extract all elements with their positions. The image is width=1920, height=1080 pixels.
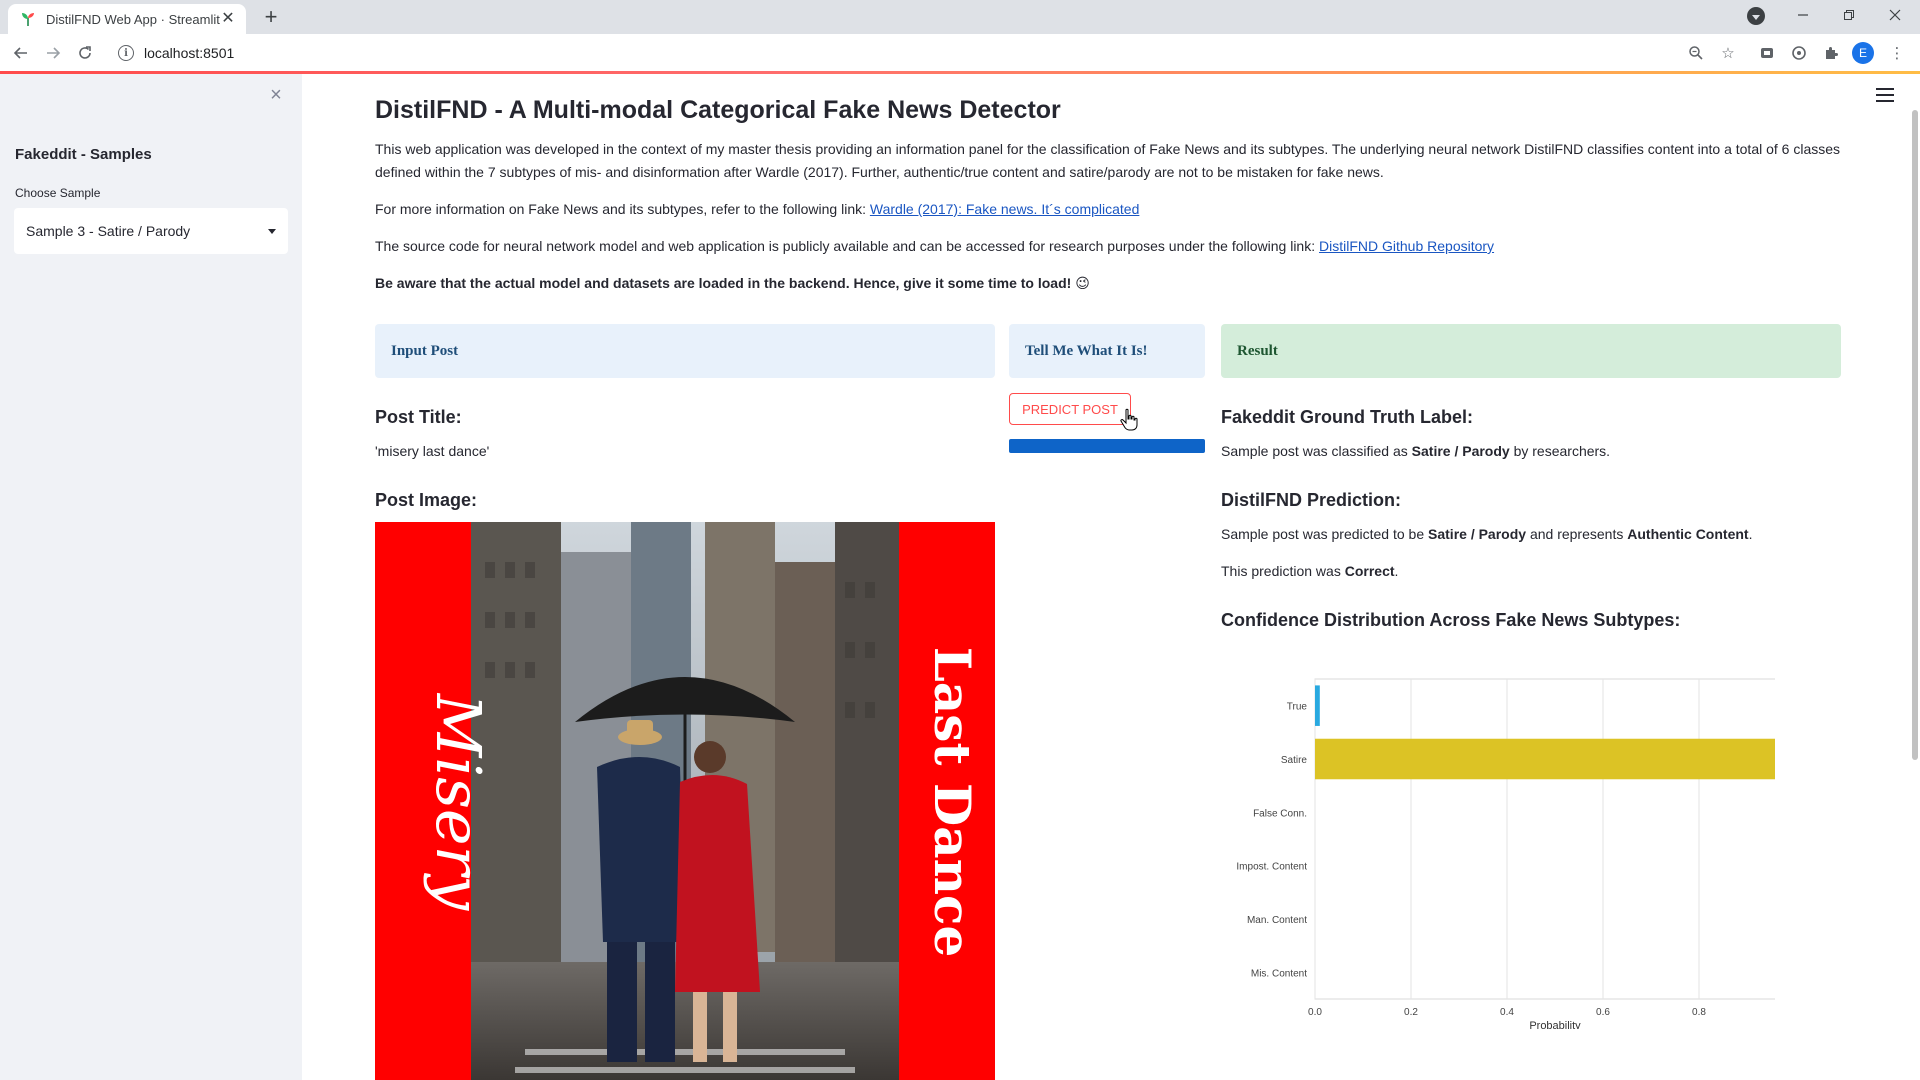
input-post-header: Input Post <box>391 342 459 359</box>
y-tick-label: Mis. Content <box>1251 968 1307 979</box>
tab-search-icon[interactable] <box>1747 7 1765 25</box>
pred-label: Satire / Parody <box>1428 526 1527 542</box>
sidebar-close-icon[interactable]: × <box>266 84 286 107</box>
browser-menu-icon[interactable]: ⋮ <box>1886 42 1908 64</box>
extension-2-icon[interactable] <box>1788 42 1810 64</box>
sidebar-title: Fakeddit - Samples <box>15 146 152 163</box>
bookmark-star-icon[interactable]: ☆ <box>1717 42 1739 64</box>
correct-value: Correct <box>1344 563 1395 579</box>
ground-truth-text: Sample post was classified as Satire / P… <box>1221 443 1610 459</box>
x-tick-label: 0.0 <box>1308 1007 1322 1018</box>
post-image: Misery Last Dance <box>375 522 995 1080</box>
restore-icon[interactable] <box>1826 0 1872 30</box>
confidence-chart: 0.00.20.40.60.81.0TrueSatireFalse Conn.I… <box>1215 659 1802 1032</box>
page-title: DistilFND - A Multi-modal Categorical Fa… <box>375 96 1061 124</box>
gt-label: Satire / Parody <box>1411 443 1510 459</box>
url-text: localhost:8501 <box>144 45 235 61</box>
gt-post-text: by researchers. <box>1513 443 1611 459</box>
prediction-progress-bar <box>1009 439 1205 453</box>
close-window-icon[interactable] <box>1872 0 1918 30</box>
x-tick-label: 0.2 <box>1404 1007 1418 1018</box>
tab-close-icon[interactable]: ✕ <box>220 11 236 27</box>
action-panel: Tell Me What It Is! <box>1009 324 1205 378</box>
site-info-icon[interactable]: i <box>118 45 134 61</box>
wardle-link[interactable]: Wardle (2017): Fake news. It´s complicat… <box>870 201 1139 217</box>
reload-icon[interactable] <box>72 40 98 66</box>
new-tab-icon[interactable]: + <box>258 6 284 28</box>
pred-class: Authentic Content <box>1627 526 1749 542</box>
correct-end: . <box>1394 563 1399 579</box>
x-tick-label: 0.6 <box>1596 1007 1610 1018</box>
sample-select-label: Choose Sample <box>15 186 101 200</box>
pred-end: . <box>1748 526 1753 542</box>
browser-tabstrip: DistilFND Web App · Streamlit ✕ + <box>0 0 1920 34</box>
x-axis-label: Probability <box>1529 1020 1581 1029</box>
post-title-heading: Post Title: <box>375 407 462 427</box>
warning-text: Be aware that the actual model and datas… <box>375 275 1072 291</box>
y-tick-label: Satire <box>1281 755 1308 766</box>
confidence-chart-svg: 0.00.20.40.60.81.0TrueSatireFalse Conn.I… <box>1236 678 1802 1032</box>
progress-fill <box>1009 439 1205 453</box>
post-image-heading: Post Image: <box>375 490 478 510</box>
zoom-icon[interactable] <box>1685 42 1707 64</box>
browser-tab[interactable]: DistilFND Web App · Streamlit ✕ <box>8 4 246 34</box>
more-info-paragraph: For more information on Fake News and it… <box>375 198 1845 221</box>
chevron-down-icon <box>268 228 276 234</box>
sidebar: × Fakeddit - Samples Choose Sample Sampl… <box>0 74 302 1080</box>
input-post-panel: Input Post <box>375 324 995 378</box>
ground-truth-heading: Fakeddit Ground Truth Label: <box>1221 407 1473 427</box>
x-tick-label: 0.8 <box>1692 1007 1706 1018</box>
y-tick-label: True <box>1287 702 1308 713</box>
action-header: Tell Me What It Is! <box>1025 342 1148 359</box>
address-bar[interactable]: i localhost:8501 <box>110 38 1710 68</box>
browser-toolbar: i localhost:8501 ☆ E ⋮ <box>0 34 1920 72</box>
source-paragraph: The source code for neural network model… <box>375 235 1845 258</box>
back-icon[interactable] <box>8 40 34 66</box>
prediction-heading: DistilFND Prediction: <box>1221 490 1402 510</box>
more-info-text: For more information on Fake News and it… <box>375 201 866 217</box>
source-text: The source code for neural network model… <box>375 238 1316 254</box>
correctness-text: This prediction was Correct. <box>1221 563 1398 579</box>
pred-mid-text: and represents <box>1529 526 1624 542</box>
forward-icon[interactable] <box>40 40 66 66</box>
x-tick-label: 0.4 <box>1500 1007 1514 1018</box>
predict-post-button[interactable]: PREDICT POST <box>1009 393 1131 425</box>
post-image-left-text: Misery <box>422 693 495 911</box>
y-tick-label: Impost. Content <box>1236 862 1307 873</box>
github-link[interactable]: DistilFND Github Repository <box>1319 238 1494 254</box>
plot-area <box>1314 678 1796 1000</box>
pred-pre-text: Sample post was predicted to be <box>1221 526 1425 542</box>
minimize-icon[interactable] <box>1780 0 1826 30</box>
y-tick-label: False Conn. <box>1253 808 1307 819</box>
sample-select-value: Sample 3 - Satire / Parody <box>26 223 191 239</box>
streamlit-favicon-icon <box>20 11 36 27</box>
sample-select[interactable]: Sample 3 - Satire / Parody <box>14 208 288 254</box>
chart-heading: Confidence Distribution Across Fake News… <box>1221 610 1681 630</box>
y-tick-label: Man. Content <box>1247 915 1307 926</box>
result-header: Result <box>1237 342 1278 359</box>
page-scrollbar[interactable] <box>1912 110 1918 760</box>
profile-avatar[interactable]: E <box>1852 42 1874 64</box>
extensions-puzzle-icon[interactable] <box>1820 42 1842 64</box>
bar-true <box>1315 685 1320 726</box>
gt-pre-text: Sample post was classified as <box>1221 443 1408 459</box>
post-image-right-text: Last Dance <box>923 647 982 958</box>
bar-satire <box>1315 738 1786 780</box>
post-title-value: 'misery last dance' <box>375 443 490 459</box>
result-panel: Result <box>1221 324 1841 378</box>
intro-paragraph: This web application was developed in th… <box>375 141 1841 180</box>
wink-emoji-icon: 😉 <box>1075 275 1090 291</box>
hamburger-menu-icon[interactable] <box>1876 88 1894 102</box>
tab-title: DistilFND Web App · Streamlit <box>46 11 220 27</box>
extension-1-icon[interactable] <box>1756 42 1778 64</box>
prediction-text: Sample post was predicted to be Satire /… <box>1221 526 1752 542</box>
warning-paragraph: Be aware that the actual model and datas… <box>375 272 1845 295</box>
correct-pre-text: This prediction was <box>1221 563 1341 579</box>
hand-cursor-icon <box>1120 408 1138 431</box>
